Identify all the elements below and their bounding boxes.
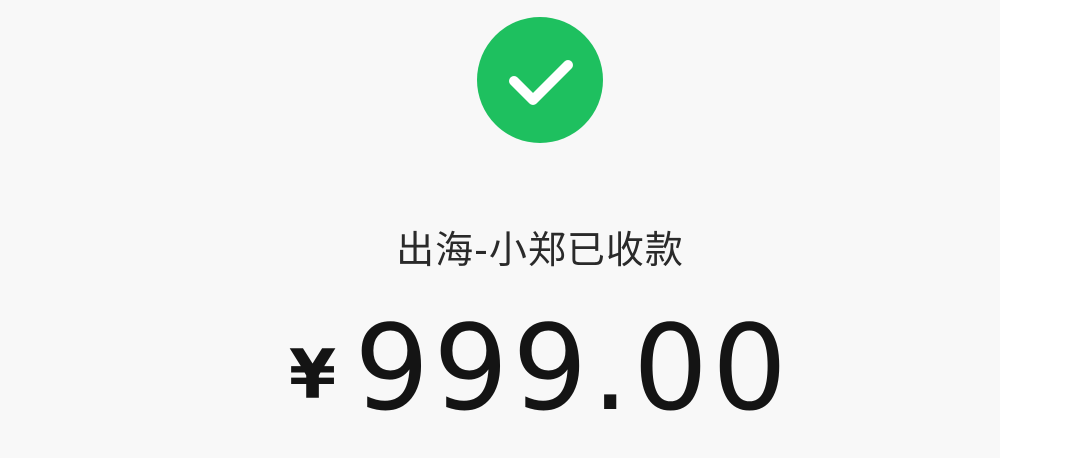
payment-status-text: 出海-小郑已收款 <box>396 228 684 272</box>
success-badge <box>477 17 603 143</box>
check-icon <box>509 60 573 105</box>
currency-symbol: ¥ <box>288 336 337 415</box>
payment-success-screen: 出海-小郑已收款 ¥999.00 <box>0 0 1080 458</box>
amount-value: 999.00 <box>354 299 792 437</box>
payment-amount: ¥999.00 <box>0 299 1080 437</box>
